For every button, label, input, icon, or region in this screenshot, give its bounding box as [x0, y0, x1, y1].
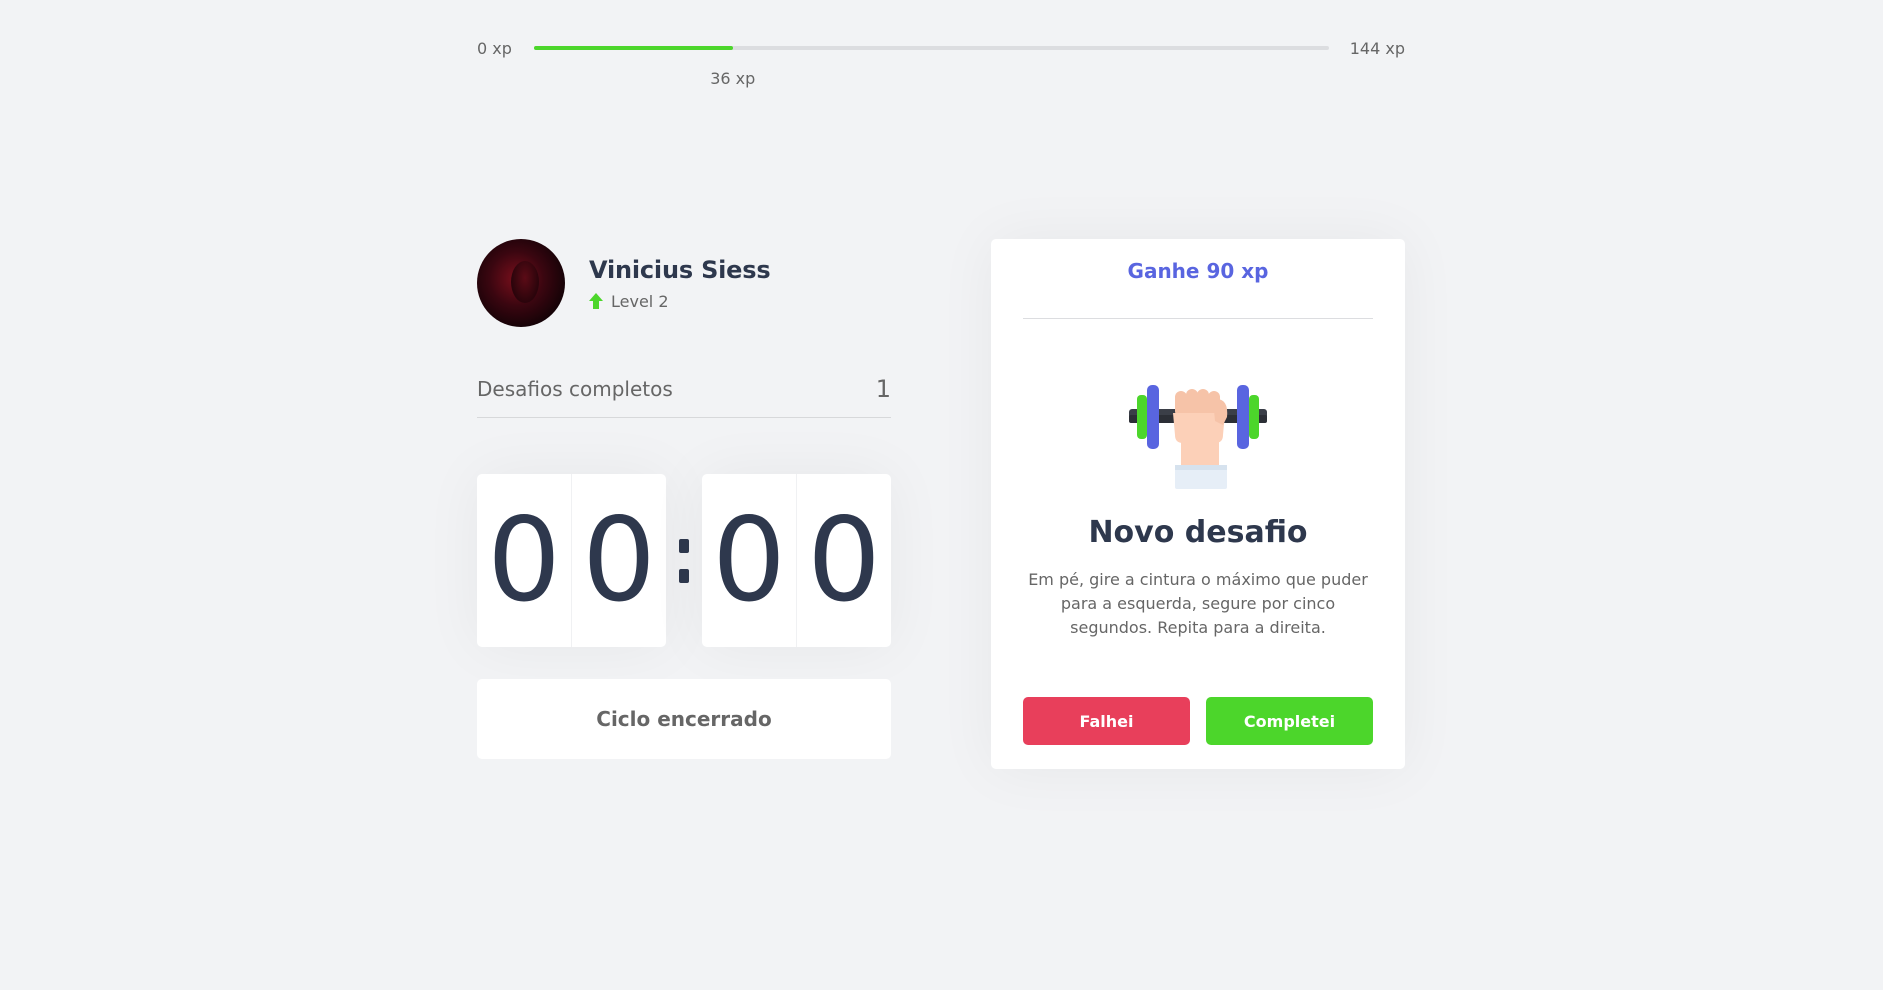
completed-challenges: Desafios completos 1 — [477, 375, 891, 418]
xp-current-label: 36 xp — [710, 69, 756, 88]
completed-button[interactable]: Completei — [1206, 697, 1373, 745]
avatar — [477, 239, 565, 327]
challenge-title: Novo desafio — [1088, 515, 1308, 550]
challenge-body: Novo desafio Em pé, gire a cintura o máx… — [1023, 377, 1373, 640]
xp-track: 36 xp — [534, 46, 1329, 88]
avatar-face — [511, 261, 539, 303]
xp-min-label: 0 xp — [477, 39, 512, 58]
challenge-card: Ganhe 90 xp Novo desafio Em pé, gire a c… — [991, 239, 1405, 769]
countdown-minute-tens: 0 — [487, 492, 561, 628]
profile-name: Vinicius Siess — [589, 255, 771, 284]
experience-bar: 0 xp 36 xp 144 xp — [477, 36, 1405, 88]
failed-button[interactable]: Falhei — [1023, 697, 1190, 745]
profile-level-label: Level 2 — [611, 291, 669, 311]
completed-challenges-count: 1 — [875, 375, 891, 403]
left-panel: Vinicius Siess Level 2 Desafios completo… — [477, 239, 891, 759]
profile: Vinicius Siess Level 2 — [477, 239, 891, 327]
countdown: 0 0 0 0 — [477, 474, 891, 647]
countdown-second-tens: 0 — [712, 492, 786, 628]
xp-max-label: 144 xp — [1349, 39, 1405, 58]
profile-level: Level 2 — [589, 292, 770, 311]
challenge-actions: Falhei Completei — [1023, 697, 1373, 745]
countdown-minutes: 0 0 — [477, 474, 666, 647]
countdown-minute-ones: 0 — [571, 474, 666, 647]
cycle-finished-button[interactable]: Ciclo encerrado — [477, 679, 891, 759]
xp-progress-fill — [534, 46, 733, 50]
challenge-reward: Ganhe 90 xp — [1023, 247, 1373, 319]
profile-info: Vinicius Siess Level 2 — [589, 255, 771, 311]
countdown-seconds: 0 0 — [702, 474, 891, 647]
level-up-arrow-icon — [589, 293, 603, 309]
separator-dot-bottom — [679, 568, 689, 583]
challenge-description: Em pé, gire a cintura o máximo que puder… — [1028, 570, 1368, 637]
countdown-separator — [666, 538, 702, 583]
countdown-second-ones: 0 — [796, 474, 891, 647]
separator-dot-top — [679, 538, 689, 553]
dumbbell-icon — [1129, 385, 1267, 489]
completed-challenges-label: Desafios completos — [477, 377, 673, 401]
